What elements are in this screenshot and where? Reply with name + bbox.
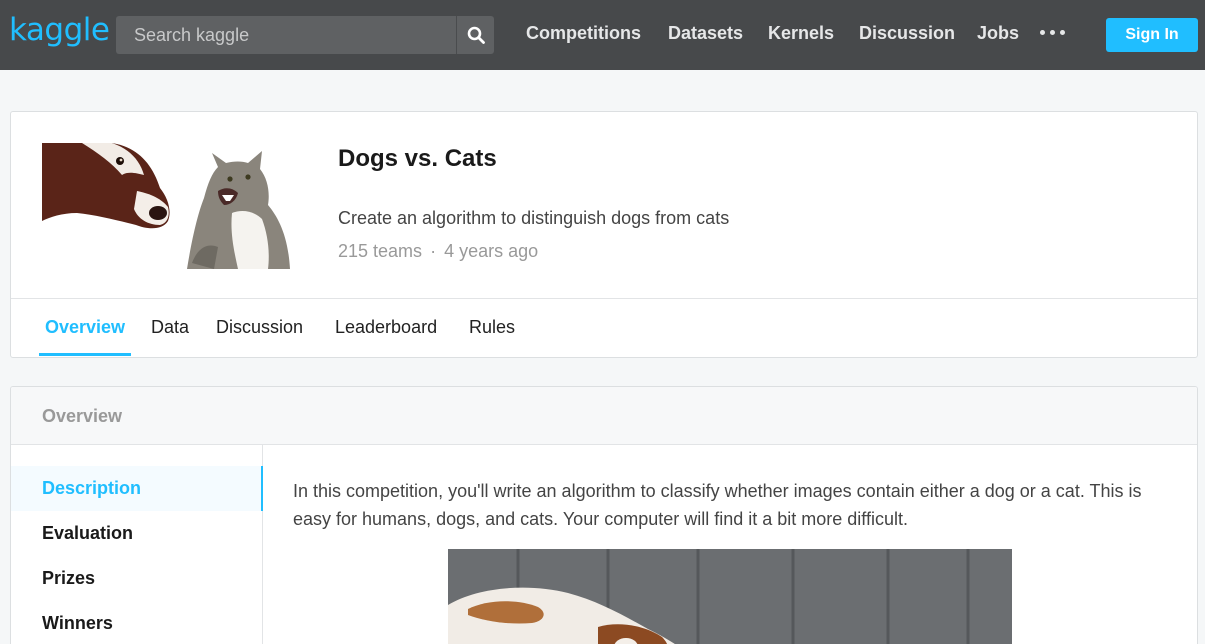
nav-jobs[interactable]: Jobs	[977, 23, 1019, 44]
active-tab-indicator	[39, 353, 131, 356]
overview-heading: Overview	[42, 406, 123, 426]
competition-subtitle: Create an algorithm to distinguish dogs …	[338, 208, 730, 228]
top-navigation-bar: kaggle Competitions Datasets Kernels Dis…	[0, 0, 1205, 70]
tab-overview[interactable]: Overview	[45, 317, 125, 338]
search-box	[116, 16, 494, 54]
tab-discussion[interactable]: Discussion	[216, 317, 303, 338]
ellipsis-icon	[1060, 30, 1065, 35]
sidebar-item-winners[interactable]: Winners	[11, 601, 262, 644]
search-button[interactable]	[456, 16, 494, 54]
tabs-divider	[11, 298, 1197, 299]
search-input[interactable]	[116, 16, 454, 54]
description-text: In this competition, you'll write an alg…	[293, 481, 1142, 529]
competition-header: Dogs vs. Cats Create an algorithm to dis…	[10, 111, 1198, 358]
sidebar-item-evaluation[interactable]: Evaluation	[11, 511, 262, 556]
nav-kernels[interactable]: Kernels	[768, 23, 834, 44]
nav-competitions[interactable]: Competitions	[526, 23, 641, 44]
ellipsis-icon	[1040, 30, 1045, 35]
overview-header: Overview	[11, 387, 1197, 445]
kaggle-logo[interactable]: kaggle	[9, 12, 110, 48]
description-image	[448, 549, 1012, 644]
team-count: 215 teams	[338, 241, 423, 261]
tab-leaderboard[interactable]: Leaderboard	[335, 317, 437, 338]
meta-separator: ·	[430, 241, 437, 261]
dog-and-cat-image	[42, 143, 294, 269]
sidebar-item-description[interactable]: Description	[11, 466, 262, 511]
tab-data[interactable]: Data	[151, 317, 189, 338]
tab-rules[interactable]: Rules	[469, 317, 515, 338]
competition-thumbnail	[42, 143, 294, 269]
search-icon	[467, 26, 485, 44]
competition-meta: 215 teams · 4 years ago	[338, 241, 538, 262]
more-menu-button[interactable]	[1040, 30, 1066, 38]
ellipsis-icon	[1050, 30, 1055, 35]
sidebar-active-indicator	[261, 466, 263, 511]
overview-panel: Overview Description Evaluation Prizes W…	[10, 386, 1198, 644]
sign-in-button[interactable]: Sign In	[1106, 18, 1198, 52]
nav-discussion[interactable]: Discussion	[859, 23, 955, 44]
dog-photo	[448, 549, 1012, 644]
competition-title: Dogs vs. Cats	[338, 145, 497, 172]
sidebar-item-prizes[interactable]: Prizes	[11, 556, 262, 601]
nav-datasets[interactable]: Datasets	[668, 23, 743, 44]
competition-age: 4 years ago	[444, 241, 539, 261]
